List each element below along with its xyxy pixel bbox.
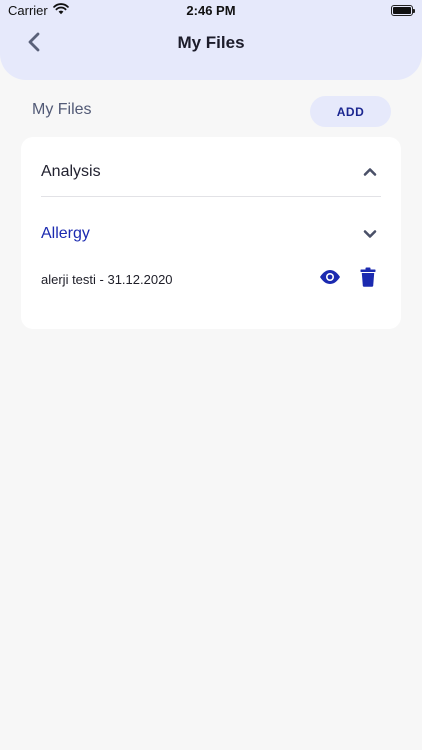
divider [41, 196, 381, 197]
battery-icon [391, 5, 415, 16]
section-title: My Files [32, 101, 92, 118]
file-actions [319, 267, 379, 292]
files-card: Analysis Allergy alerji testi - 31.12.20… [21, 137, 401, 329]
status-bar: Carrier 2:46 PM [0, 0, 422, 22]
group-label: Analysis [41, 163, 101, 180]
chevron-up-icon [359, 161, 381, 183]
header: Carrier 2:46 PM My Files [0, 0, 422, 80]
group-analysis[interactable]: Analysis [41, 155, 381, 189]
trash-icon [360, 267, 376, 292]
battery-fill [393, 7, 411, 14]
add-button[interactable]: ADD [310, 96, 391, 127]
clock: 2:46 PM [186, 3, 236, 18]
group-allergy[interactable]: Allergy [41, 217, 381, 251]
file-name: alerji testi - 31.12.2020 [41, 271, 173, 287]
file-row: alerji testi - 31.12.2020 [41, 265, 381, 293]
chevron-down-icon [359, 223, 381, 245]
eye-icon [319, 269, 341, 290]
delete-file-button[interactable] [357, 267, 379, 292]
group-label: Allergy [41, 225, 90, 242]
page-title: My Files [177, 33, 245, 52]
view-file-button[interactable] [319, 268, 341, 290]
nav-bar: My Files [0, 25, 422, 63]
